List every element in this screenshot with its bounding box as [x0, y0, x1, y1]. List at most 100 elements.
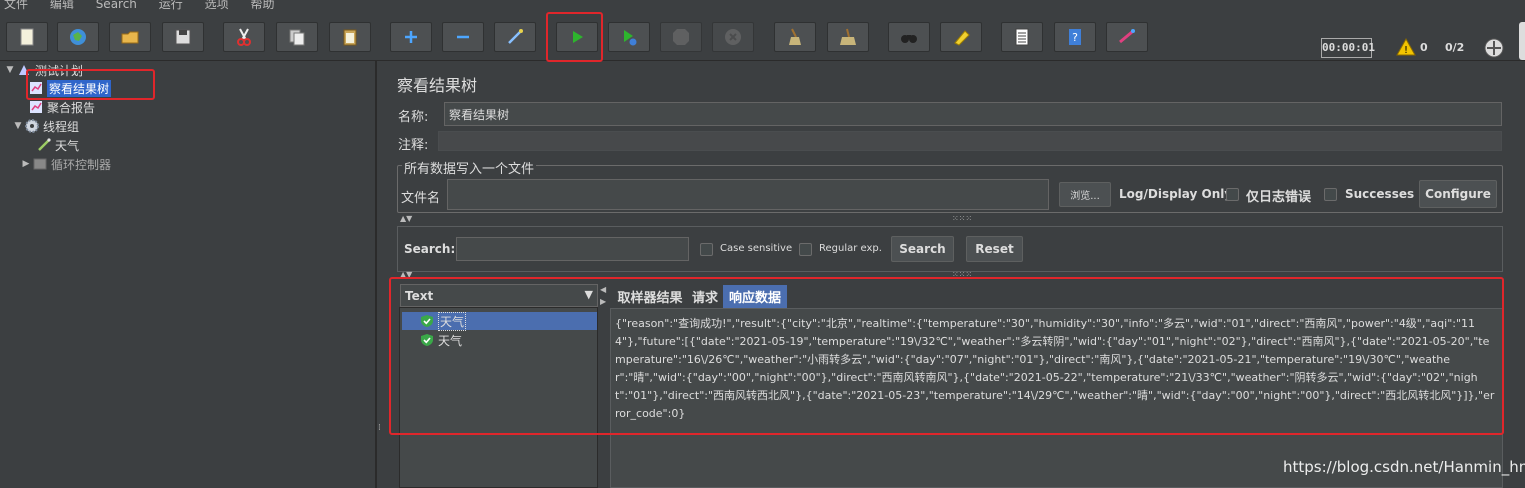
successes-checkbox[interactable] — [1324, 188, 1337, 201]
tree-item-loop-controller[interactable]: ▶ 循环控制器 — [20, 155, 111, 173]
splitter-grip-icon[interactable]: ⁙⁙⁙ — [952, 214, 972, 223]
copy-button[interactable] — [276, 22, 318, 52]
stop-button[interactable] — [660, 22, 702, 52]
toggle-button[interactable] — [494, 22, 536, 52]
start-button[interactable] — [556, 22, 598, 52]
test-plan-icon — [16, 62, 32, 78]
menu-search[interactable]: Search — [96, 0, 137, 10]
open-icon — [121, 31, 139, 44]
menu-help[interactable]: 帮助 — [250, 0, 274, 10]
function-helper-button[interactable] — [1001, 22, 1043, 52]
help-button[interactable]: ? — [1054, 22, 1096, 52]
sample-result-list: 天气 天气 — [399, 307, 598, 488]
collapse-all-button[interactable] — [442, 22, 484, 52]
tree-splitter[interactable]: ⁞ — [376, 61, 386, 488]
svg-text:?: ? — [1072, 31, 1078, 44]
tree-item-aggregate-report[interactable]: 聚合报告 — [28, 98, 95, 116]
case-sensitive-checkbox[interactable] — [700, 243, 713, 256]
tree-item-weather-sampler[interactable]: 天气 — [36, 136, 79, 154]
eraser-icon — [954, 30, 970, 46]
binoculars-icon — [901, 35, 917, 43]
name-field[interactable]: 察看结果树 — [444, 102, 1502, 126]
listener-icon — [28, 80, 44, 96]
success-shield-icon — [420, 314, 434, 328]
test-plan-tree: ▼ 测试计划 察看结果树 聚合报告 ▼ 线程组 天气 ▶ 循环控制器 — [0, 61, 376, 488]
search-button[interactable]: Search — [891, 236, 954, 262]
renderer-select[interactable]: Text ▼ — [400, 284, 598, 307]
search-button-toolbar[interactable] — [888, 22, 930, 52]
expand-arrow-icon[interactable]: ▶ — [20, 159, 32, 169]
splitter-arrows-icon[interactable]: ▲▼ — [400, 214, 412, 223]
comment-field[interactable] — [438, 131, 1502, 151]
chevron-down-icon: ▼ — [584, 288, 593, 301]
gear-icon — [24, 118, 40, 134]
active-threads: 0/2 — [1445, 41, 1465, 54]
save-button[interactable] — [162, 22, 204, 52]
expand-all-button[interactable] — [390, 22, 432, 52]
watermark: https://blog.csdn.net/Hanmin_hm — [1283, 458, 1525, 476]
templates-button[interactable] — [57, 22, 99, 52]
controller-icon — [32, 156, 48, 172]
new-button[interactable] — [6, 22, 48, 52]
warning-count: 0 — [1420, 41, 1428, 54]
search-input[interactable] — [456, 237, 689, 261]
sampler-icon — [36, 137, 52, 153]
case-sensitive-label: Case sensitive — [720, 243, 793, 254]
tab-response-data[interactable]: 响应数据 — [723, 285, 787, 308]
tree-item-view-results-tree[interactable]: 察看结果树 — [28, 79, 112, 97]
new-icon — [20, 28, 34, 46]
tree-item-test-plan[interactable]: ▼ 测试计划 — [4, 61, 83, 79]
regular-exp-label: Regular exp. — [819, 243, 882, 254]
shutdown-button[interactable] — [712, 22, 754, 52]
window-edge — [1519, 22, 1525, 60]
tab-request[interactable]: 请求 — [690, 285, 720, 308]
splitter-grip-icon[interactable]: ⁙⁙⁙ — [952, 270, 972, 279]
menu-bar: 文件 编辑 Search 运行 选项 帮助 — [0, 0, 1525, 11]
wand-icon — [508, 29, 523, 44]
clear-button[interactable] — [774, 22, 816, 52]
remote-button[interactable] — [1106, 22, 1148, 52]
paste-icon — [343, 29, 357, 46]
save-icon — [175, 29, 191, 45]
cut-button[interactable] — [223, 22, 265, 52]
menu-file[interactable]: 文件 — [4, 0, 28, 10]
tab-sampler-result[interactable]: 取样器结果 — [614, 285, 686, 308]
start-no-pauses-button[interactable] — [608, 22, 650, 52]
list-icon — [1015, 28, 1029, 46]
templates-icon — [70, 29, 86, 45]
list-item[interactable]: 天气 — [402, 311, 597, 331]
log-display-label: Log/Display Only: — [1119, 187, 1237, 201]
success-shield-icon — [420, 333, 434, 347]
splitter-arrows-icon[interactable]: ▲▼ — [400, 270, 412, 279]
fieldset-title: 所有数据写入一个文件 — [402, 158, 537, 177]
configure-button[interactable]: Configure — [1419, 180, 1497, 208]
play-no-pause-icon — [624, 30, 637, 46]
broom-all-icon — [840, 28, 856, 45]
browse-button[interactable]: 浏览... — [1059, 182, 1111, 207]
open-button[interactable] — [109, 22, 151, 52]
errors-only-checkbox[interactable] — [1226, 188, 1239, 201]
results-splitter[interactable]: ◀ ▶ — [599, 283, 609, 488]
errors-only-label: 仅日志错误 — [1246, 190, 1312, 205]
menu-run[interactable]: 运行 — [159, 0, 183, 10]
renderer-value: Text — [405, 288, 434, 303]
regular-exp-checkbox[interactable] — [799, 243, 812, 256]
collapse-arrow-icon[interactable]: ▼ — [4, 65, 16, 75]
reset-search-button[interactable] — [940, 22, 982, 52]
minus-icon — [457, 35, 469, 39]
copy-icon — [289, 29, 305, 46]
filename-input[interactable] — [447, 179, 1049, 210]
successes-label: Successes — [1345, 187, 1415, 201]
collapse-arrow-icon[interactable]: ▼ — [12, 121, 24, 131]
tree-item-thread-group[interactable]: ▼ 线程组 — [12, 117, 79, 135]
remote-start-icon[interactable] — [1483, 37, 1505, 59]
clear-all-button[interactable] — [827, 22, 869, 52]
filename-label: 文件名 — [401, 191, 441, 206]
search-label: Search: — [404, 242, 456, 256]
list-item[interactable]: 天气 — [402, 331, 597, 349]
menu-options[interactable]: 选项 — [205, 0, 229, 10]
reset-button[interactable]: Reset — [966, 236, 1023, 262]
stop-icon — [673, 29, 689, 45]
menu-edit[interactable]: 编辑 — [50, 0, 74, 10]
paste-button[interactable] — [329, 22, 371, 52]
